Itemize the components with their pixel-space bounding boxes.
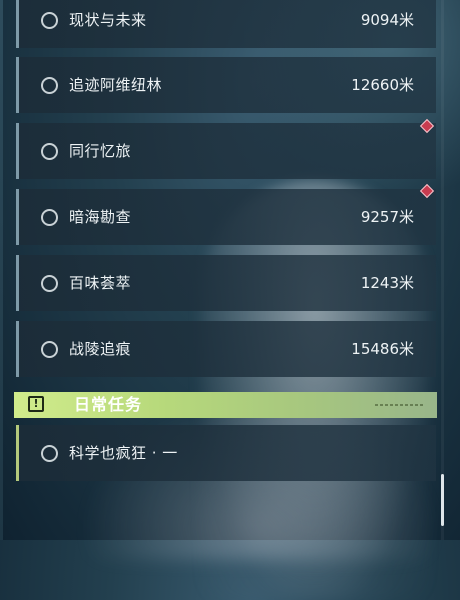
- quest-distance: 9257米: [360, 208, 414, 226]
- quest-distance: 12660米: [351, 76, 414, 94]
- quest-item[interactable]: 同行忆旅: [16, 123, 436, 179]
- quest-name: 追迹阿维纽林: [69, 76, 163, 94]
- quest-item[interactable]: 战陵追痕 15486米: [16, 321, 436, 377]
- quest-status-circle-icon: [41, 142, 58, 160]
- quest-item[interactable]: 追迹阿维纽林 12660米: [16, 57, 436, 113]
- header-decoration: [375, 404, 423, 406]
- quest-status-circle-icon: [41, 76, 58, 94]
- exclamation-icon: !: [28, 396, 44, 412]
- quest-status-circle-icon: [41, 208, 58, 226]
- quest-name: 现状与未来: [69, 11, 147, 29]
- quest-name: 科学也疯狂 · 一: [69, 444, 178, 462]
- quest-status-circle-icon: [41, 340, 58, 358]
- quest-distance: 1243米: [360, 274, 414, 292]
- quest-name: 同行忆旅: [69, 142, 132, 160]
- daily-quests-header[interactable]: ! 日常任务: [14, 392, 437, 418]
- left-edge-rail: [0, 0, 3, 540]
- quest-distance: 9094米: [360, 11, 414, 29]
- scrollbar-track[interactable]: [441, 0, 444, 540]
- quest-name: 战陵追痕: [69, 340, 132, 358]
- quest-distance: 15486米: [351, 340, 414, 358]
- quest-name: 暗海勘查: [69, 208, 132, 226]
- daily-quests-title: 日常任务: [74, 395, 143, 414]
- quest-name: 百味荟萃: [69, 274, 132, 292]
- daily-quest-item[interactable]: 科学也疯狂 · 一: [16, 425, 436, 481]
- quest-status-circle-icon: [41, 274, 58, 292]
- quest-status-circle-icon: [41, 11, 58, 29]
- quest-item[interactable]: 百味荟萃 1243米: [16, 255, 436, 311]
- scrollbar-thumb[interactable]: [441, 474, 444, 526]
- quest-status-circle-icon: [41, 444, 58, 462]
- quest-item[interactable]: 暗海勘查 9257米: [16, 189, 436, 245]
- quest-item[interactable]: 现状与未来 9094米: [16, 0, 436, 48]
